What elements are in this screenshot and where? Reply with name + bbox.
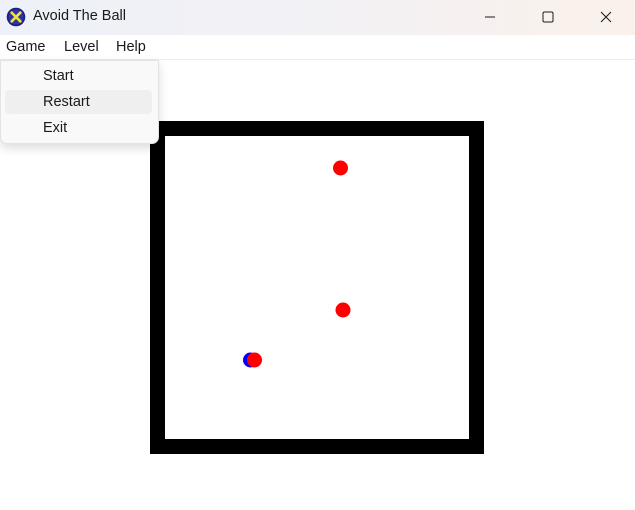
game-field — [150, 121, 484, 454]
menu-help[interactable]: Help — [116, 39, 146, 55]
menu-level[interactable]: Level — [64, 39, 99, 55]
menu-item-restart[interactable]: Restart — [5, 90, 152, 114]
enemy-ball — [333, 160, 348, 176]
menu-item-start[interactable]: Start — [5, 64, 152, 88]
minimize-button[interactable] — [461, 0, 519, 33]
minimize-icon — [485, 16, 495, 17]
menu-item-start-label: Start — [43, 68, 74, 84]
menu-item-exit[interactable]: Exit — [5, 116, 152, 140]
maximize-icon — [542, 11, 554, 22]
game-dropdown-menu: Start Restart Exit — [0, 60, 159, 144]
window-title: Avoid The Ball — [33, 8, 126, 24]
close-button[interactable] — [577, 0, 635, 33]
app-x-icon — [6, 7, 26, 27]
title-bar[interactable]: Avoid The Ball — [0, 0, 635, 35]
player-ball — [243, 352, 262, 368]
enemy-ball-overlapping-player — [247, 352, 262, 368]
close-icon — [600, 11, 612, 22]
menu-item-exit-label: Exit — [43, 120, 68, 136]
menu-game[interactable]: Game — [6, 39, 46, 55]
arena-floor — [165, 136, 469, 439]
menu-bar: Game Level Help — [0, 35, 635, 60]
menu-item-restart-label: Restart — [43, 94, 90, 110]
enemy-ball — [335, 302, 351, 318]
maximize-button[interactable] — [519, 0, 577, 33]
